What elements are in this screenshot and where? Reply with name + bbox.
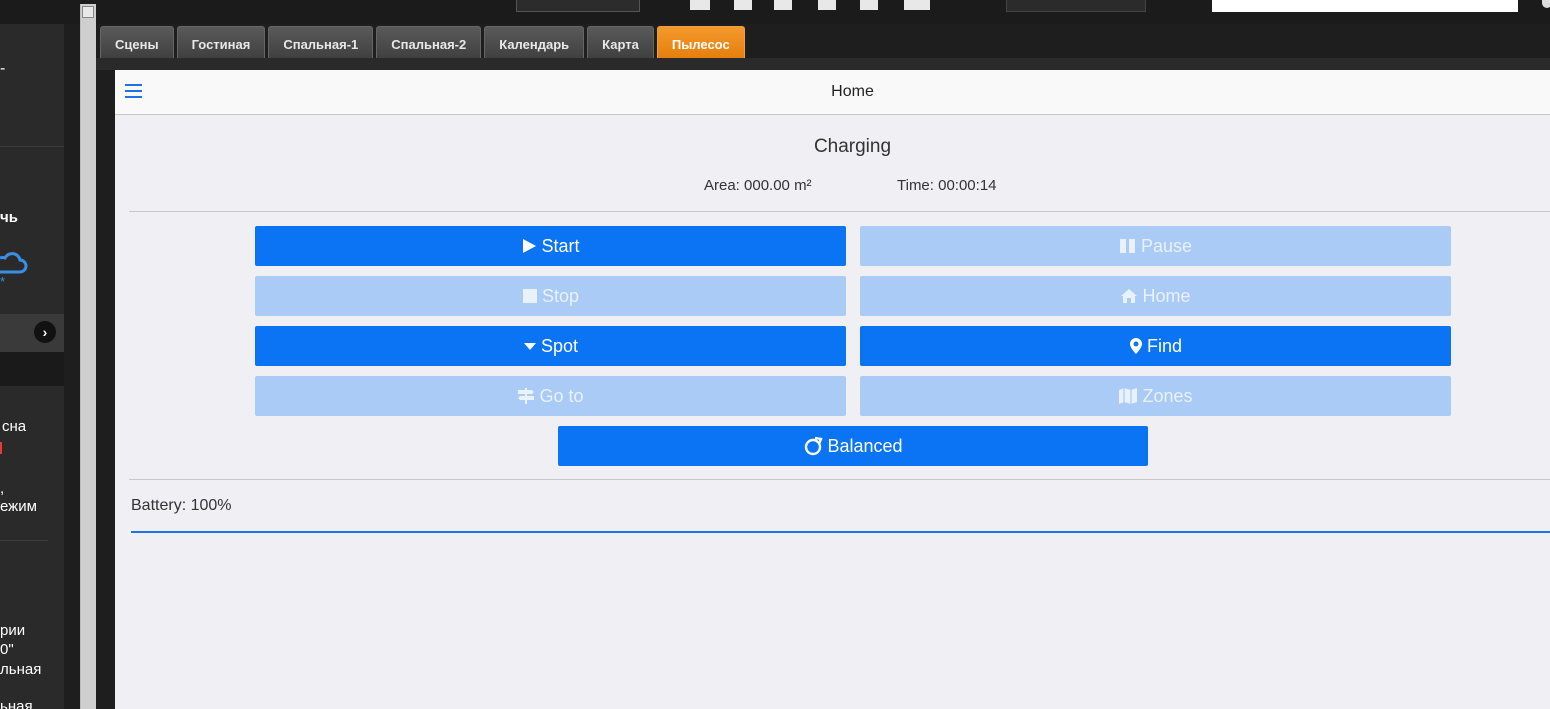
zones-button[interactable]: Zones bbox=[860, 376, 1451, 416]
caret-down-icon bbox=[523, 343, 536, 350]
weather-cloud-icon bbox=[0, 252, 28, 274]
tab-calendar[interactable]: Календарь bbox=[484, 26, 585, 58]
left-divider-2 bbox=[0, 540, 48, 541]
left-text-9: ьная bbox=[0, 698, 33, 709]
left-panel: - чь * › сна , ежим рии 0" льная ьная bbox=[0, 24, 64, 709]
pause-media-icon[interactable] bbox=[774, 0, 792, 10]
left-text-4: , bbox=[0, 480, 5, 497]
toolbar-selector[interactable] bbox=[516, 0, 640, 12]
scrollbar-icon[interactable] bbox=[82, 6, 94, 18]
map-marker-icon bbox=[1129, 338, 1142, 354]
tab-bar: Сцены Гостиная Спальная-1 Спальная-2 Кал… bbox=[100, 26, 745, 59]
home-button[interactable]: Home bbox=[860, 276, 1451, 316]
map-icon bbox=[1119, 388, 1138, 404]
tab-map[interactable]: Карта bbox=[587, 26, 654, 58]
divider-bottom bbox=[129, 479, 1550, 480]
vacuum-app: Home Charging Area: 000.00 m² Time: 00:0… bbox=[115, 70, 1550, 709]
toolbar-search-input[interactable] bbox=[1212, 0, 1518, 12]
left-text-3: сна bbox=[2, 418, 27, 435]
left-red-mark bbox=[0, 442, 2, 454]
panel-gap bbox=[64, 24, 80, 709]
media-controls bbox=[690, 0, 940, 12]
tab-bedroom-2[interactable]: Спальная-2 bbox=[376, 26, 482, 58]
volume-icon[interactable] bbox=[690, 0, 710, 10]
tab-vacuum[interactable]: Пылесос bbox=[656, 26, 745, 58]
tab-bedroom-1[interactable]: Спальная-1 bbox=[268, 26, 374, 58]
battery-progress-bar bbox=[131, 531, 1550, 533]
page-title: Home bbox=[831, 83, 874, 100]
stop-button[interactable]: Stop bbox=[255, 276, 846, 316]
pause-icon bbox=[1119, 239, 1135, 253]
app-header: Home bbox=[115, 70, 1550, 115]
left-text-2: чь bbox=[0, 209, 18, 226]
left-divider bbox=[0, 146, 64, 147]
left-panel-band bbox=[0, 352, 64, 386]
chevron-right-icon[interactable]: › bbox=[34, 321, 56, 343]
start-button[interactable]: Start bbox=[255, 226, 846, 266]
tab-scenes[interactable]: Сцены bbox=[100, 26, 174, 58]
left-text-6: рии bbox=[0, 622, 26, 639]
home-icon bbox=[1121, 289, 1138, 303]
fan-speed-icon bbox=[805, 436, 824, 456]
weather-degree-icon: * bbox=[0, 274, 6, 289]
tab-strip bbox=[96, 58, 1550, 70]
tab-living-room[interactable]: Гостиная bbox=[176, 26, 266, 58]
find-button[interactable]: Find bbox=[860, 326, 1451, 366]
fan-speed-button[interactable]: Balanced bbox=[558, 426, 1148, 466]
pause-button[interactable]: Pause bbox=[860, 226, 1451, 266]
stop-icon bbox=[522, 289, 537, 303]
area-value: Area: 000.00 m² bbox=[704, 177, 812, 194]
battery-label: Battery: 100% bbox=[131, 497, 232, 514]
left-text-7: 0" bbox=[0, 641, 14, 658]
user-avatar[interactable] bbox=[1542, 0, 1550, 8]
play-media-icon[interactable] bbox=[818, 0, 836, 10]
signpost-icon bbox=[518, 388, 535, 404]
vacuum-status: Charging bbox=[813, 136, 892, 157]
spot-button[interactable]: Spot bbox=[255, 326, 846, 366]
play-icon bbox=[523, 239, 537, 253]
divider-top bbox=[129, 211, 1550, 212]
stop-media-icon[interactable] bbox=[904, 0, 930, 10]
left-text-1: - bbox=[0, 60, 6, 77]
time-value: Time: 00:00:14 bbox=[897, 177, 997, 194]
goto-button[interactable]: Go to bbox=[255, 376, 846, 416]
left-text-8: льная bbox=[0, 661, 42, 678]
scrollbar[interactable] bbox=[80, 4, 96, 709]
prev-icon[interactable] bbox=[734, 0, 752, 10]
next-icon[interactable] bbox=[860, 0, 878, 10]
top-toolbar bbox=[0, 0, 1550, 24]
left-text-5: ежим bbox=[0, 498, 37, 515]
toolbar-dropdown[interactable] bbox=[1006, 0, 1146, 12]
